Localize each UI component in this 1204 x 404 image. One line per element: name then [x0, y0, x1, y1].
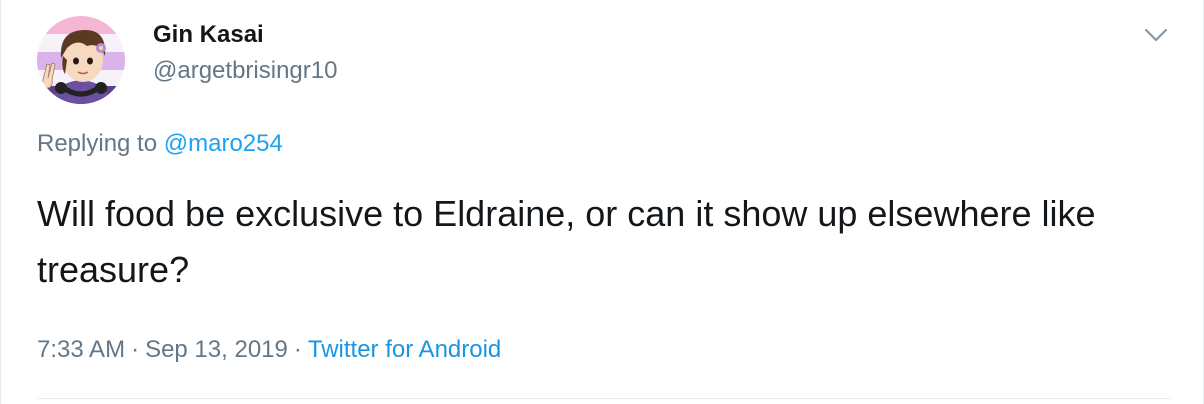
meta-separator: · [131, 336, 140, 363]
chevron-down-icon[interactable] [1141, 20, 1171, 50]
tweet-card: Gin Kasai @argetbrisingr10 Replying to @… [0, 0, 1204, 404]
reply-context: Replying to @maro254 [37, 128, 283, 160]
author-display-name[interactable]: Gin Kasai [153, 20, 337, 50]
author-handle[interactable]: @argetbrisingr10 [153, 56, 337, 86]
divider [37, 398, 1171, 399]
avatar[interactable] [37, 16, 125, 104]
tweet-meta: 7:33 AM · Sep 13, 2019 · Twitter for Android [37, 334, 501, 366]
author-block: Gin Kasai @argetbrisingr10 [153, 20, 337, 86]
tweet-source-link[interactable]: Twitter for Android [308, 336, 501, 363]
tweet-text: Will food be exclusive to Eldraine, or c… [37, 193, 1096, 290]
avatar-image [37, 16, 125, 104]
tweet-time[interactable]: 7:33 AM [37, 336, 125, 363]
reply-mention-link[interactable]: @maro254 [164, 130, 283, 157]
meta-separator: · [293, 336, 302, 363]
reply-prefix: Replying to [37, 130, 158, 157]
tweet-date[interactable]: Sep 13, 2019 [145, 336, 288, 363]
